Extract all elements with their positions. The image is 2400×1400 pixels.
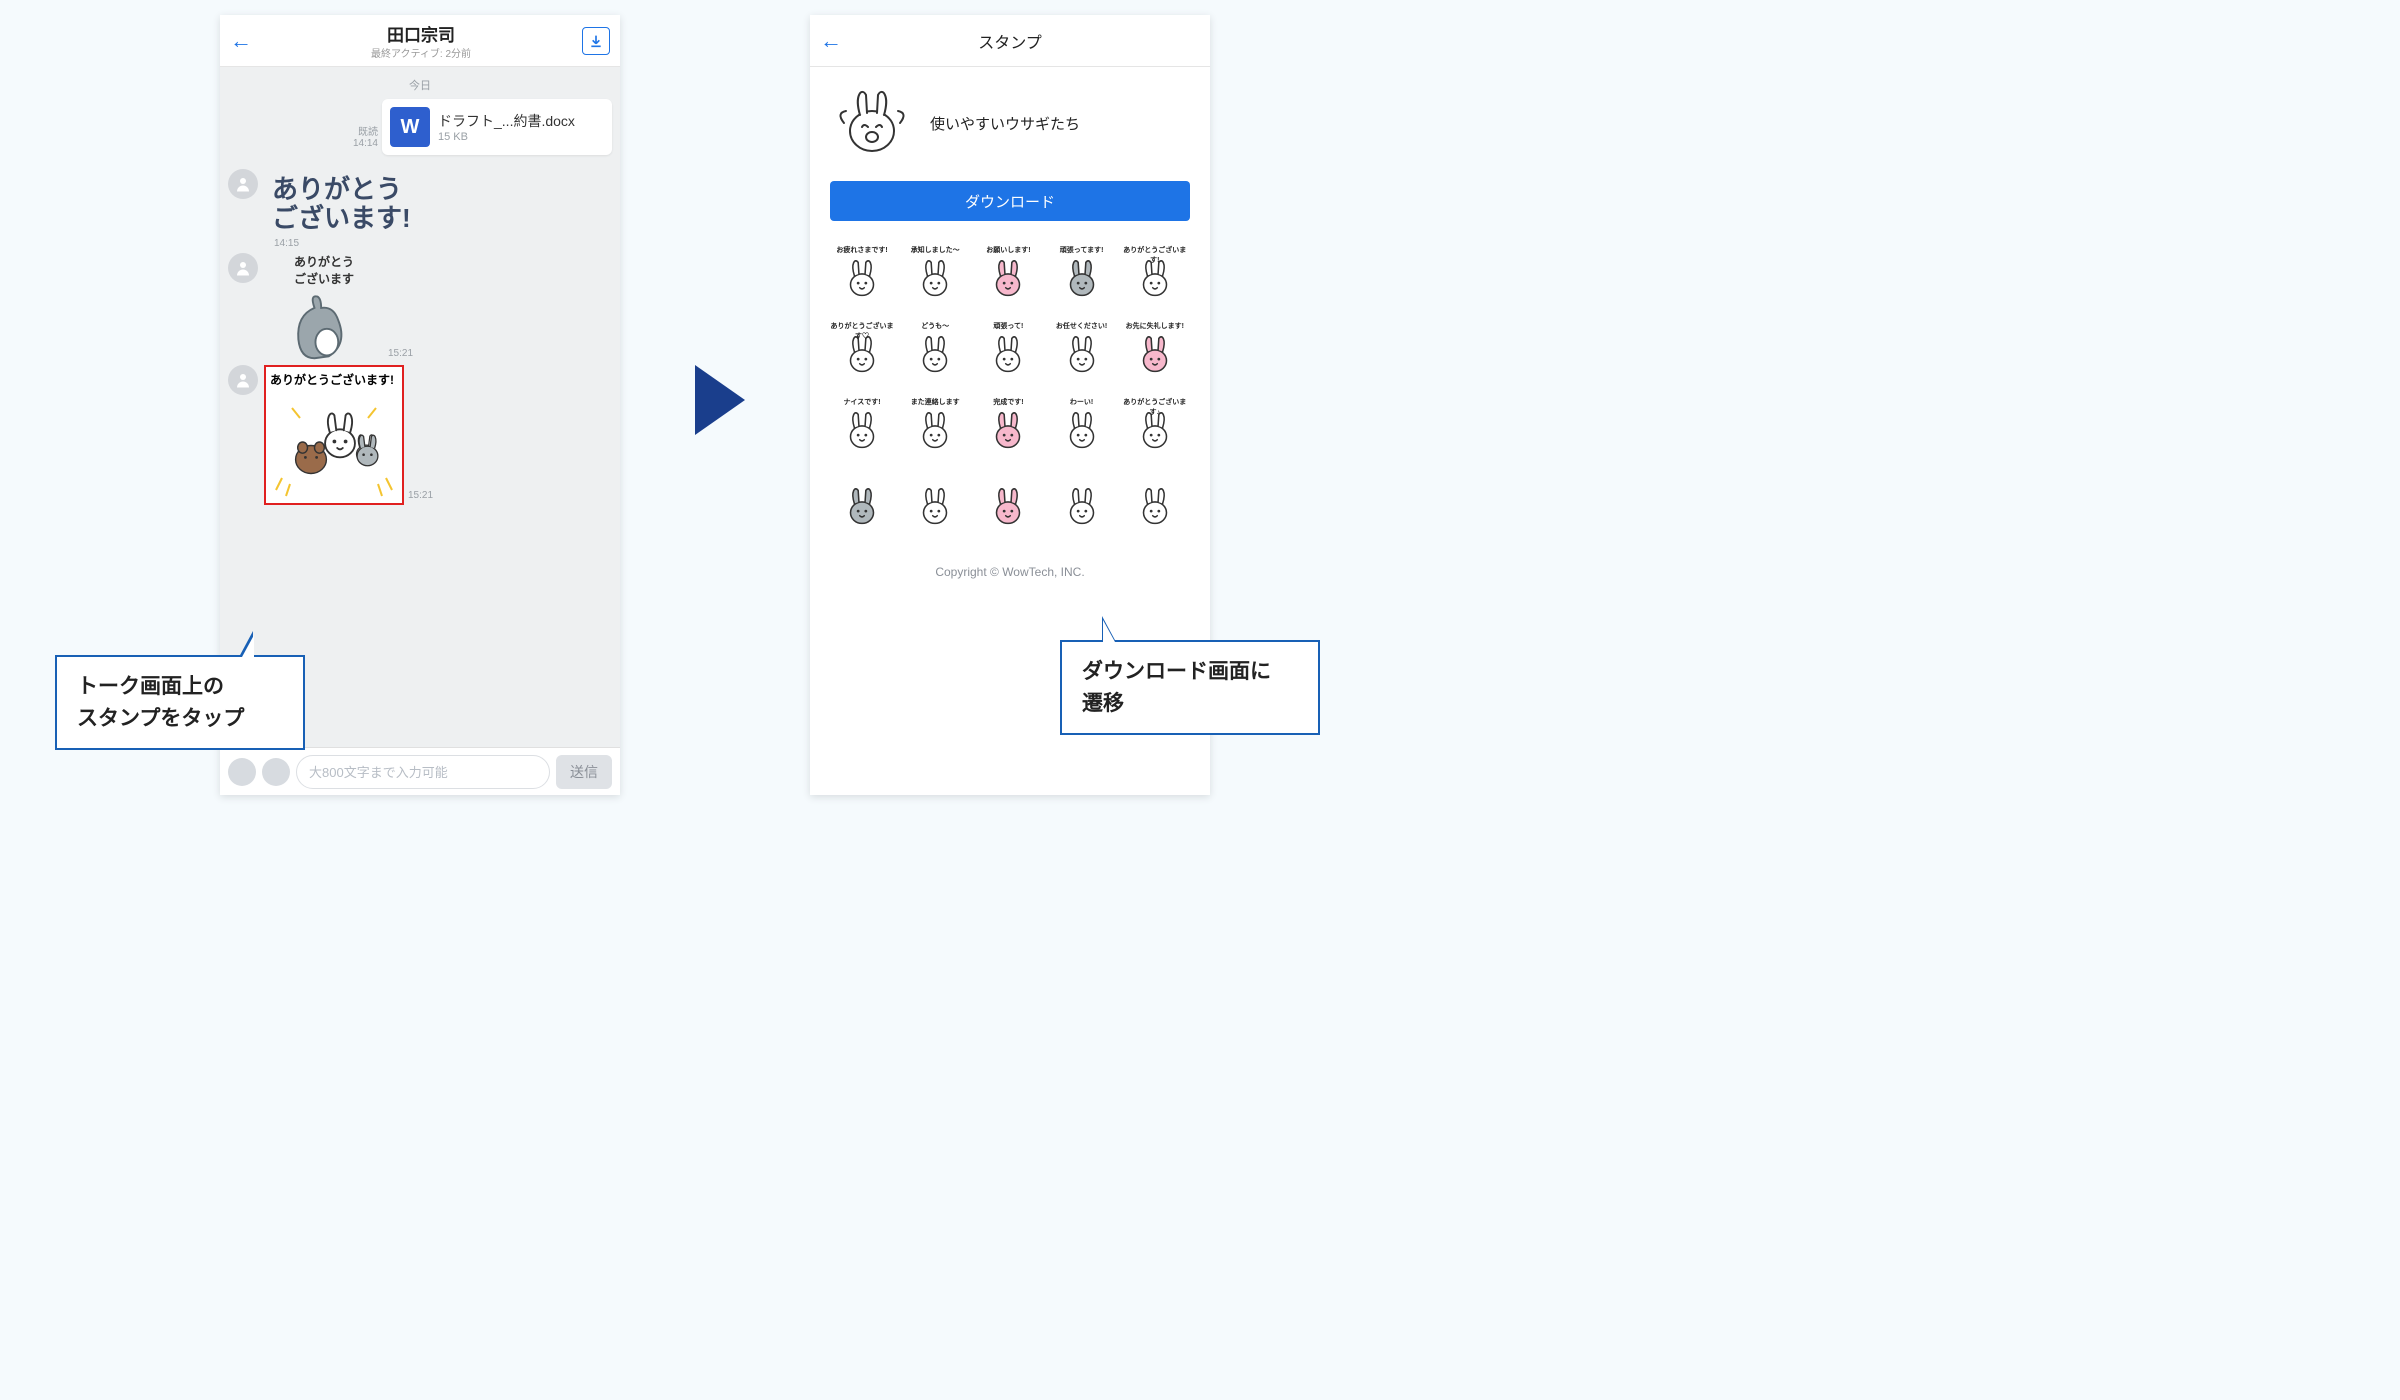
- chat-title: 田口宗司: [260, 21, 582, 46]
- sticker-thumbnail[interactable]: ナイスです!: [828, 395, 896, 463]
- send-button[interactable]: 送信: [556, 755, 612, 789]
- file-name: ドラフト_...約書.docx: [438, 111, 575, 131]
- file-attachment[interactable]: W ドラフト_...約書.docx 15 KB: [382, 99, 612, 155]
- sticker-thumbnail[interactable]: 承知しました〜: [901, 243, 969, 311]
- sticker-thumbnail[interactable]: お任せください!: [1048, 319, 1116, 387]
- sticker-pack-info: 使いやすいウサギたち: [810, 67, 1210, 175]
- input-placeholder: 大800文字まで入力可能: [309, 762, 448, 781]
- sticker-caption: ありがとうございます♡: [828, 321, 896, 341]
- sticker-grid: お疲れさまです! 承知しました〜お願いします! 頑張ってます! ありがとうございます!…: [810, 235, 1210, 547]
- sticker-caption: 承知しました〜: [901, 245, 969, 255]
- sticker-thumbnail[interactable]: わーい!: [1048, 395, 1116, 463]
- message-time: 14:15: [228, 238, 612, 249]
- sticker-caption: お願いします!: [974, 245, 1042, 255]
- stamp-header: ← スタンプ: [810, 15, 1210, 67]
- sticker-thumbnail[interactable]: お願いします!: [974, 243, 1042, 311]
- back-icon[interactable]: ←: [820, 28, 850, 54]
- sticker-thumbnail[interactable]: [974, 471, 1042, 539]
- sticker-caption: 頑張って!: [974, 321, 1042, 331]
- sticker-thumbnail[interactable]: お先に失礼します!: [1121, 319, 1189, 387]
- sticker-thumbnail[interactable]: また連絡します: [901, 395, 969, 463]
- file-message-row: 既読 14:14 W ドラフト_...約書.docx 15 KB: [228, 99, 612, 155]
- sticker-thumbnail[interactable]: 完成です!: [974, 395, 1042, 463]
- sticker-thumbnail[interactable]: どうも〜: [901, 319, 969, 387]
- message-time: 15:21: [384, 348, 417, 363]
- rabbit-sticker-row: ありがとうございます! 15:21: [228, 365, 612, 505]
- chat-input-bar: 大800文字まで入力可能 送信: [220, 747, 620, 795]
- chat-subtitle: 最終アクティブ: 2分前: [260, 45, 582, 60]
- cat-sticker-row: ありがとう ございます 15:21: [228, 253, 612, 363]
- date-separator: 今日: [228, 77, 612, 93]
- sticker-caption: 完成です!: [974, 397, 1042, 407]
- avatar[interactable]: [228, 169, 258, 199]
- word-file-icon: W: [390, 107, 430, 147]
- page-title: スタンプ: [850, 29, 1170, 53]
- callout-right: ダウンロード画面に 遷移: [1060, 640, 1320, 735]
- pack-thumbnail: [830, 81, 914, 165]
- thanks-sticker[interactable]: ありがとう ございます!: [264, 169, 419, 238]
- sticker-caption: ありがとうございます!: [1121, 245, 1189, 265]
- file-size: 15 KB: [438, 131, 575, 143]
- download-icon[interactable]: [582, 27, 610, 55]
- sticker-caption: ありがとうございます♪: [1121, 397, 1189, 417]
- sticker-caption: また連絡します: [901, 397, 969, 407]
- sticker-thumbnail[interactable]: [828, 471, 896, 539]
- message-input[interactable]: 大800文字まで入力可能: [296, 755, 550, 789]
- sticker-caption: 頑張ってます!: [1048, 245, 1116, 255]
- rabbit-sticker-highlighted[interactable]: ありがとうございます!: [264, 365, 404, 505]
- sticker-thumbnail[interactable]: ありがとうございます♪: [1121, 395, 1189, 463]
- sticker-thumbnail[interactable]: お疲れさまです!: [828, 243, 896, 311]
- sticker-caption: お疲れさまです!: [828, 245, 896, 255]
- download-button[interactable]: ダウンロード: [830, 181, 1190, 221]
- message-time: 14:14: [353, 138, 378, 149]
- sticker-caption: どうも〜: [901, 321, 969, 331]
- sticker-caption: わーい!: [1048, 397, 1116, 407]
- avatar[interactable]: [228, 365, 258, 395]
- chat-header: ← 田口宗司 最終アクティブ: 2分前: [220, 15, 620, 67]
- sticker-caption: ナイスです!: [828, 397, 896, 407]
- sticker-thumbnail[interactable]: ありがとうございます♡: [828, 319, 896, 387]
- back-icon[interactable]: ←: [230, 28, 260, 54]
- transition-arrow-icon: [690, 360, 750, 445]
- thanks-message-row: ありがとう ございます!: [228, 169, 612, 238]
- message-time: 15:21: [404, 490, 437, 505]
- attach-button[interactable]: [228, 758, 256, 786]
- read-label: 既読: [353, 123, 378, 138]
- sticker-caption: お先に失礼します!: [1121, 321, 1189, 331]
- emoji-button[interactable]: [262, 758, 290, 786]
- avatar[interactable]: [228, 253, 258, 283]
- chat-body: 今日 既読 14:14 W ドラフト_...約書.docx 15 KB ありがと…: [220, 67, 620, 747]
- sticker-thumbnail[interactable]: 頑張って!: [974, 319, 1042, 387]
- copyright-text: Copyright © WowTech, INC.: [810, 565, 1210, 579]
- sticker-thumbnail[interactable]: [901, 471, 969, 539]
- cat-sticker[interactable]: ありがとう ございます: [264, 253, 384, 363]
- pack-name: 使いやすいウサギたち: [930, 113, 1080, 134]
- sticker-thumbnail[interactable]: [1121, 471, 1189, 539]
- sticker-thumbnail[interactable]: 頑張ってます!: [1048, 243, 1116, 311]
- callout-left: トーク画面上の スタンプをタップ: [55, 655, 305, 750]
- sticker-caption: お任せください!: [1048, 321, 1116, 331]
- sticker-thumbnail[interactable]: [1048, 471, 1116, 539]
- sticker-thumbnail[interactable]: ありがとうございます!: [1121, 243, 1189, 311]
